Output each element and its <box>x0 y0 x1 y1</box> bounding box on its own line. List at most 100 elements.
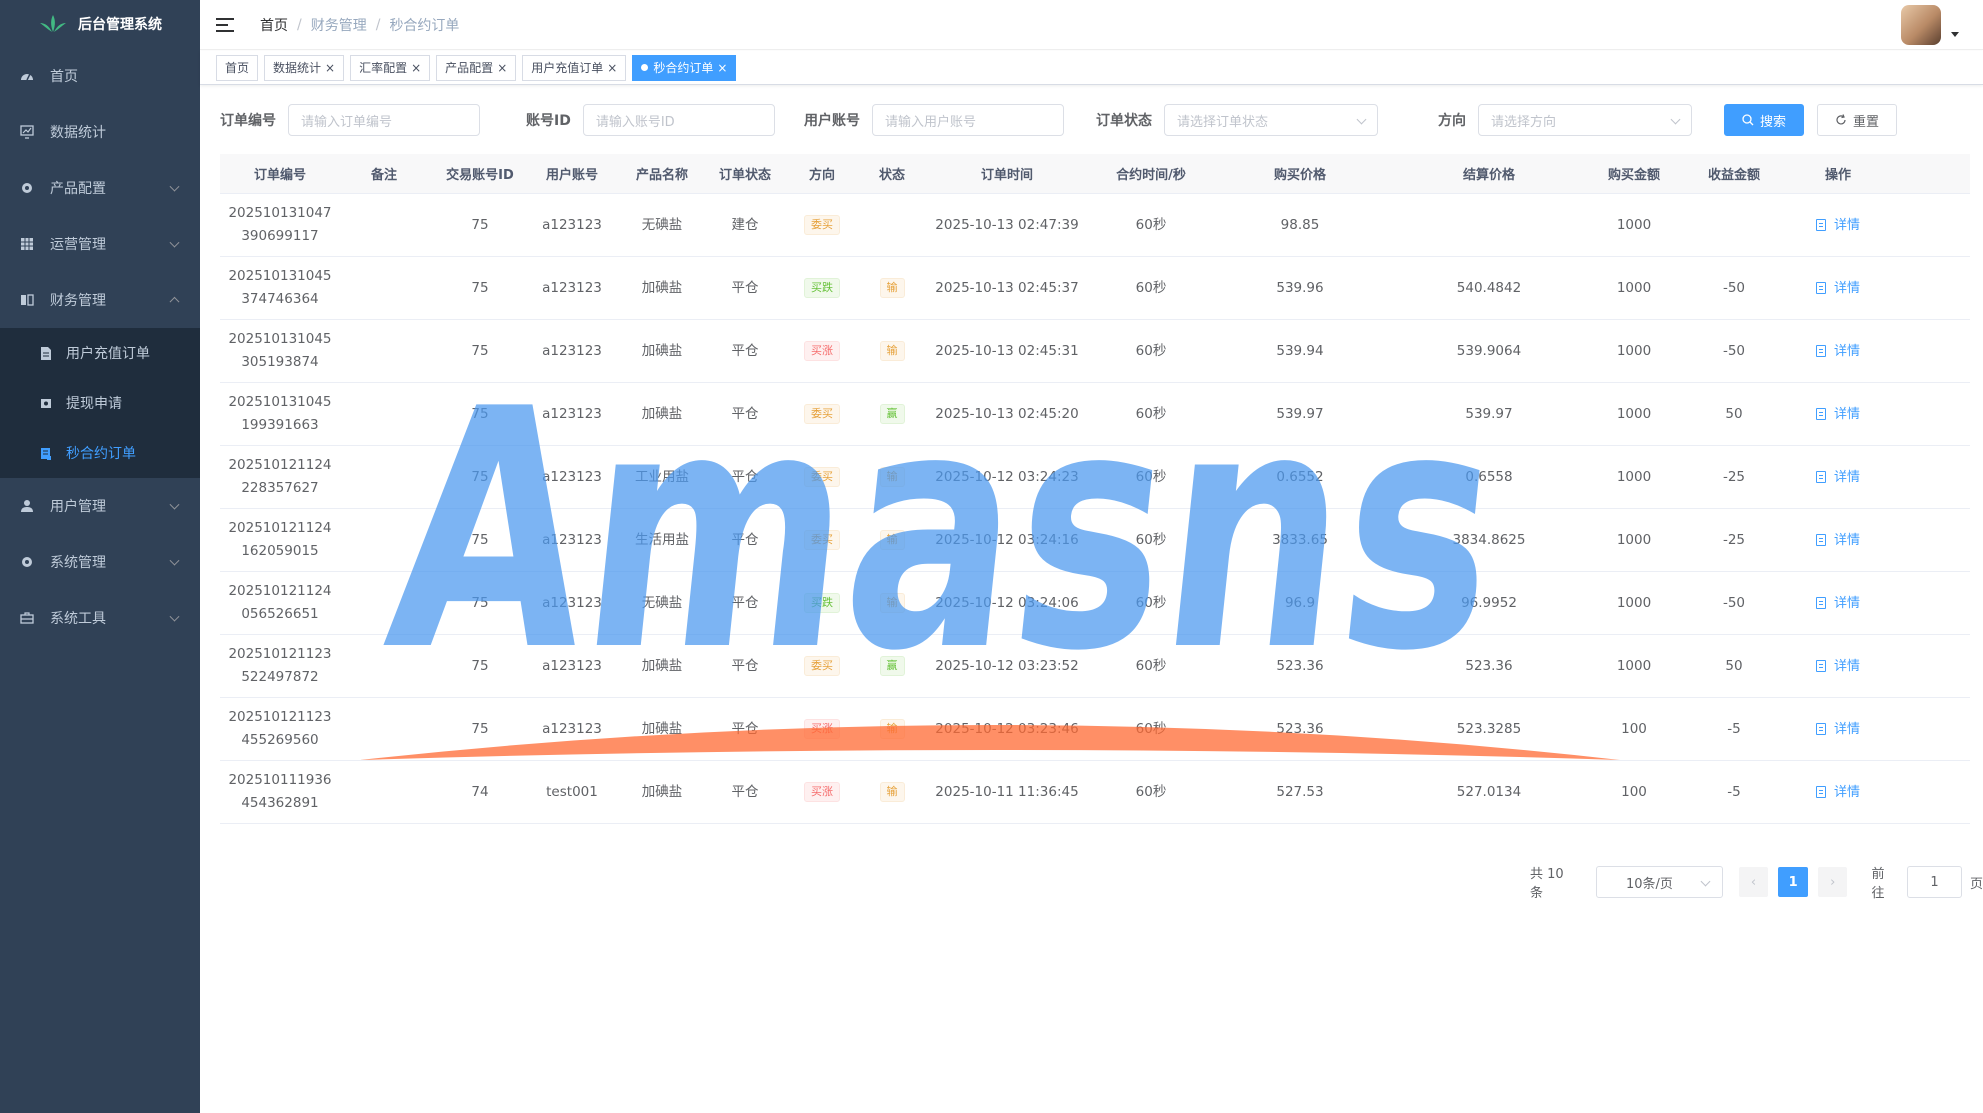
close-icon[interactable]: × <box>717 56 727 80</box>
column-header: 订单状态 <box>718 168 771 183</box>
app-title: 后台管理系统 <box>78 17 162 33</box>
direction-tag: 委买 <box>804 215 840 235</box>
next-page-button[interactable]: › <box>1817 867 1848 897</box>
sidebar-item-system[interactable]: 系统管理 <box>0 534 200 590</box>
tab-label: 首页 <box>225 60 250 75</box>
cell-order-no: 202510121124 162059015 <box>220 509 340 571</box>
breadcrumb-finance: 财务管理 <box>310 17 367 34</box>
sidebar-item-second-contract-orders[interactable]: 秒合约订单 <box>0 428 200 478</box>
sidebar-item-label: 财务管理 <box>50 293 106 309</box>
detail-button[interactable]: 详情 <box>1815 214 1860 237</box>
cell-duration: 60秒 <box>1135 405 1167 422</box>
cell-user: a123123 <box>542 594 602 611</box>
chevron-left-icon: ‹ <box>1750 874 1757 890</box>
hamburger-icon[interactable] <box>216 17 234 32</box>
order-status-field: 订单状态 请选择订单状态 <box>1096 104 1378 136</box>
direction-label: 方向 <box>1438 113 1466 129</box>
account-id-input[interactable]: 请输入账号ID <box>582 104 775 136</box>
result-tag: 输 <box>879 719 905 739</box>
cell-order-status: 建仓 <box>731 216 759 233</box>
direction-tag: 委买 <box>804 467 840 487</box>
detail-button[interactable]: 详情 <box>1815 781 1860 804</box>
goto-page-input[interactable]: 1 <box>1907 866 1962 898</box>
cell-action: 详情 <box>1784 194 1892 256</box>
pagination: 共 10 条 10条/页 ‹ 1 › 前往 1 页 <box>1530 866 1983 901</box>
breadcrumb-separator: / <box>297 16 302 33</box>
order-no-field: 订单编号 请输入订单编号 <box>220 104 480 136</box>
cell-action: 详情 <box>1784 320 1892 382</box>
user-account-input[interactable]: 请输入用户账号 <box>872 104 1064 136</box>
detail-button[interactable]: 详情 <box>1815 592 1860 615</box>
column-header: 结算价格 <box>1462 168 1515 183</box>
detail-button[interactable]: 详情 <box>1815 403 1860 426</box>
cell-buy-price: 98.85 <box>1280 216 1320 233</box>
detail-label: 详情 <box>1833 721 1860 737</box>
sidebar-item-tools[interactable]: 系统工具 <box>0 590 200 646</box>
detail-button[interactable]: 详情 <box>1815 529 1860 552</box>
prev-page-button[interactable]: ‹ <box>1738 867 1769 897</box>
sidebar-item-operations[interactable]: 运营管理 <box>0 216 200 272</box>
tab-recharge-orders[interactable]: 用户充值订单 × <box>522 54 627 81</box>
cell-direction: 委买 <box>778 383 866 445</box>
close-icon[interactable]: × <box>411 56 421 80</box>
cell-product: 工业用盐 <box>635 468 689 485</box>
cell-duration: 60秒 <box>1135 216 1167 233</box>
table-row: 202510121123 455269560 75 a123123 加碘盐 平仓 买涨 输 20… <box>220 698 1970 761</box>
tab-exchange-rate[interactable]: 汇率配置 × <box>350 54 431 81</box>
cell-order-status: 平仓 <box>731 594 759 611</box>
sidebar-item-home[interactable]: 首页 <box>0 48 200 104</box>
cell-product: 加碘盐 <box>641 657 683 674</box>
order-status-select[interactable]: 请选择订单状态 <box>1164 104 1378 136</box>
detail-button[interactable]: 详情 <box>1815 718 1860 741</box>
cell-amount: 1000 <box>1616 216 1652 233</box>
tab-home[interactable]: 首页 <box>216 54 259 81</box>
cell-remark <box>340 446 428 508</box>
result-tag: 输 <box>879 530 905 550</box>
sidebar-item-withdrawal[interactable]: 提现申请 <box>0 378 200 428</box>
page-size-select[interactable]: 10条/页 <box>1596 866 1723 898</box>
direction-select[interactable]: 请选择方向 <box>1478 104 1692 136</box>
cell-account-id: 75 <box>471 594 489 611</box>
sidebar-item-recharge-orders[interactable]: 用户充值订单 <box>0 328 200 378</box>
avatar[interactable] <box>1901 5 1941 45</box>
close-icon[interactable]: × <box>497 56 507 80</box>
column-header: 购买金额 <box>1607 168 1660 183</box>
cell-order-no: 202510131045 374746364 <box>220 257 340 319</box>
sidebar-item-product-config[interactable]: 产品配置 <box>0 160 200 216</box>
direction-tag: 买涨 <box>804 782 840 802</box>
cell-remark <box>340 698 428 760</box>
tab-product-config[interactable]: 产品配置 × <box>436 54 517 81</box>
cell-order-status: 平仓 <box>731 657 759 674</box>
order-no-input[interactable]: 请输入订单编号 <box>288 104 480 136</box>
tab-second-contract-orders[interactable]: 秒合约订单 × <box>632 54 737 81</box>
close-icon[interactable]: × <box>607 56 617 80</box>
page-number-current[interactable]: 1 <box>1778 867 1808 897</box>
search-button[interactable]: 搜索 <box>1724 104 1804 136</box>
cell-time: 2025-10-12 03:23:52 <box>935 657 1079 674</box>
direction-tag: 买跌 <box>804 278 840 298</box>
detail-button[interactable]: 详情 <box>1815 655 1860 678</box>
detail-button[interactable]: 详情 <box>1815 340 1860 363</box>
sidebar-item-users[interactable]: 用户管理 <box>0 478 200 534</box>
detail-button[interactable]: 详情 <box>1815 277 1860 300</box>
detail-button[interactable]: 详情 <box>1815 466 1860 489</box>
caret-down-icon[interactable] <box>1951 32 1959 37</box>
cell-order-no: 202510131047 390699117 <box>220 194 340 256</box>
sidebar-item-finance[interactable]: 财务管理 <box>0 272 200 328</box>
cell-action: 详情 <box>1784 572 1892 634</box>
close-icon[interactable]: × <box>325 56 335 80</box>
detail-label: 详情 <box>1833 343 1860 359</box>
app-logo[interactable]: 后台管理系统 <box>0 0 200 48</box>
finance-submenu: 用户充值订单 提现申请 秒合约订单 <box>0 328 200 478</box>
cell-direction: 买跌 <box>778 257 866 319</box>
search-button-label: 搜索 <box>1759 114 1786 130</box>
column-header: 订单编号 <box>253 168 306 183</box>
reset-button[interactable]: 重置 <box>1817 104 1897 136</box>
sidebar-item-statistics[interactable]: 数据统计 <box>0 104 200 160</box>
direction-tag: 买跌 <box>804 593 840 613</box>
cell-time: 2025-10-12 03:24:06 <box>935 594 1079 611</box>
breadcrumb-home[interactable]: 首页 <box>260 15 288 35</box>
tab-statistics[interactable]: 数据统计 × <box>264 54 345 81</box>
cell-duration: 60秒 <box>1135 468 1167 485</box>
cell-direction: 买涨 <box>778 698 866 760</box>
